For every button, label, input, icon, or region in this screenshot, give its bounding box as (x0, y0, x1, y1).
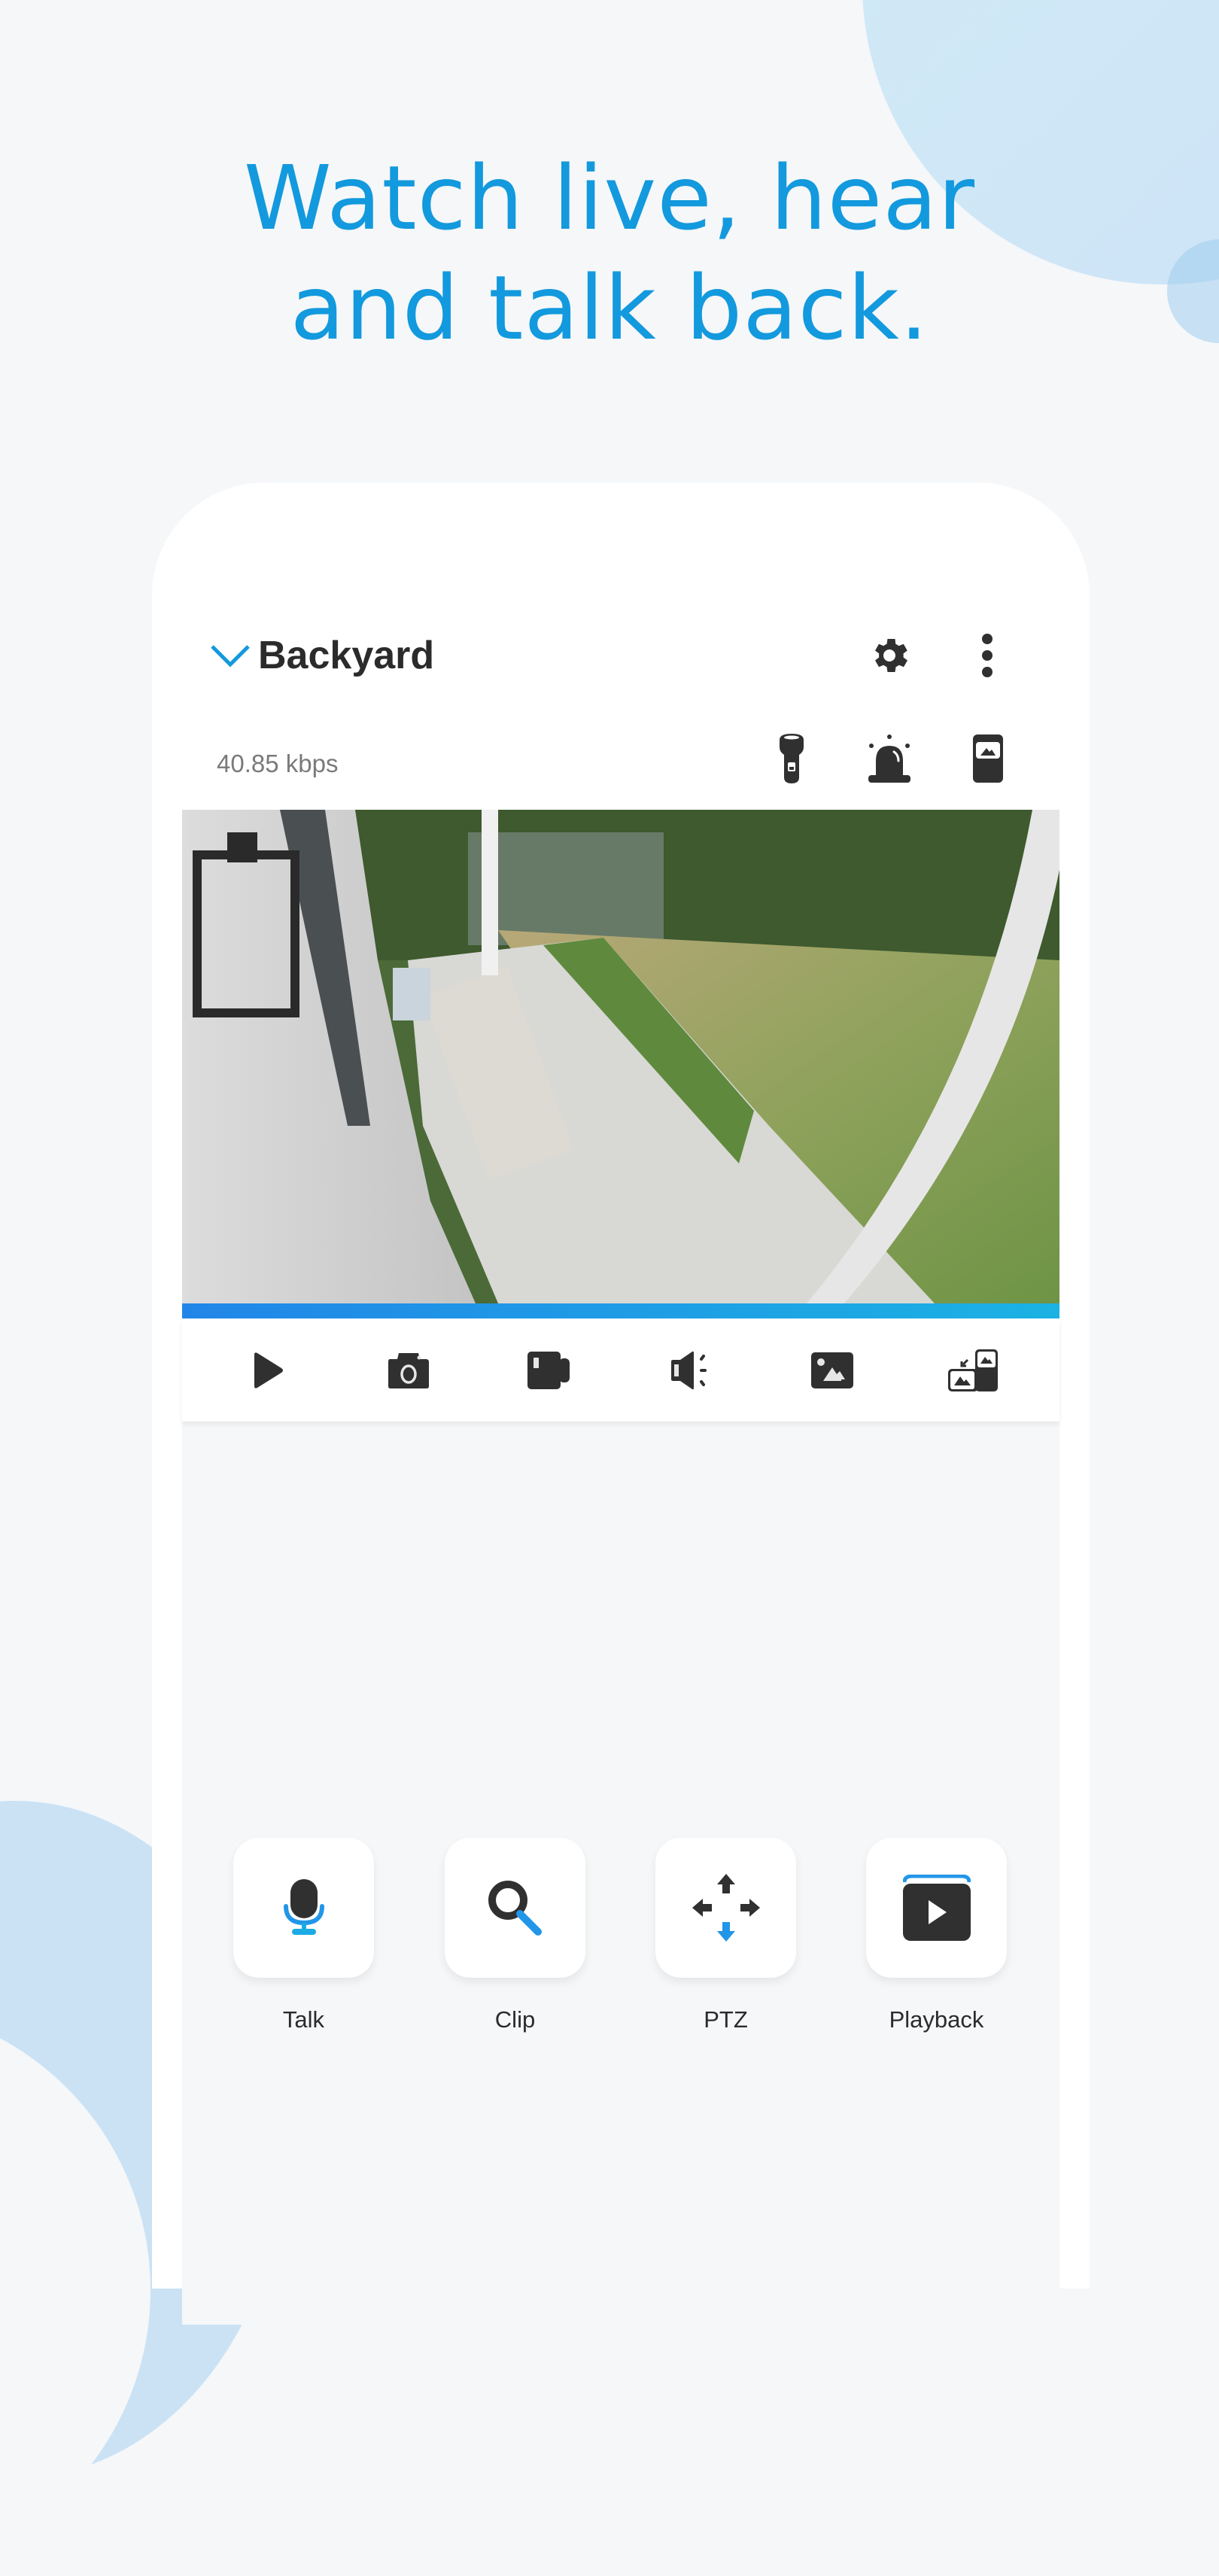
camera-selector[interactable] (209, 642, 251, 669)
portrait-image-icon (973, 734, 1003, 783)
siren-button[interactable] (863, 732, 916, 785)
flashlight-icon (777, 734, 807, 783)
siren-icon (867, 734, 912, 783)
display-mode-button[interactable] (962, 732, 1014, 785)
headline-line-1: Watch live, hear (243, 146, 976, 250)
more-vertical-icon (980, 631, 995, 680)
image-icon (811, 1352, 853, 1388)
swap-view-icon (948, 1349, 998, 1391)
camera-icon (387, 1352, 430, 1389)
action-ptz[interactable]: PTZ (655, 1838, 796, 2033)
headline-line-2: and talk back. (290, 256, 929, 360)
action-playback[interactable]: Playback (866, 1838, 1007, 2033)
play-icon (251, 1352, 284, 1389)
playback-label: Playback (889, 2006, 984, 2033)
play-button[interactable] (242, 1344, 294, 1397)
audio-button[interactable] (664, 1344, 717, 1397)
camera-name[interactable]: Backyard (258, 633, 434, 678)
backyard-camera-image (182, 810, 1059, 1303)
switch-view-button[interactable] (947, 1344, 999, 1397)
snapshot-button[interactable] (382, 1344, 435, 1397)
talk-button[interactable] (233, 1838, 374, 1978)
gear-icon (867, 633, 912, 678)
bitrate-readout: 40.85 kbps (217, 750, 339, 777)
search-icon (487, 1879, 544, 1936)
ptz-label: PTZ (704, 2006, 748, 2033)
headline: Watch live, hear and talk back. (0, 143, 1219, 363)
phone-frame: Backyard 40.85 kbps Talk Clip PTZ Playba… (152, 482, 1090, 2325)
camera-header: Backyard (152, 625, 1090, 686)
settings-button[interactable] (863, 629, 916, 682)
clip-button[interactable] (445, 1838, 585, 1978)
ptz-button[interactable] (655, 1838, 796, 1978)
speaker-icon (670, 1351, 712, 1390)
chevron-down-icon (209, 642, 251, 669)
playback-button[interactable] (866, 1838, 1007, 1978)
move-arrows-icon (692, 1874, 760, 1942)
microphone-icon (283, 1879, 325, 1936)
talk-label: Talk (282, 2006, 325, 2033)
action-talk[interactable]: Talk (233, 1838, 374, 2033)
clip-label: Clip (494, 2006, 536, 2033)
gallery-button[interactable] (806, 1344, 859, 1397)
stream-progress-bar (182, 1303, 1059, 1318)
more-button[interactable] (961, 629, 1014, 682)
video-camera-icon (527, 1352, 571, 1389)
live-video-feed[interactable] (182, 810, 1059, 1303)
video-toolbar (182, 1318, 1059, 1422)
spotlight-button[interactable] (765, 732, 818, 785)
record-button[interactable] (523, 1344, 576, 1397)
playback-icon (902, 1875, 971, 1941)
action-clip[interactable]: Clip (445, 1838, 585, 2033)
